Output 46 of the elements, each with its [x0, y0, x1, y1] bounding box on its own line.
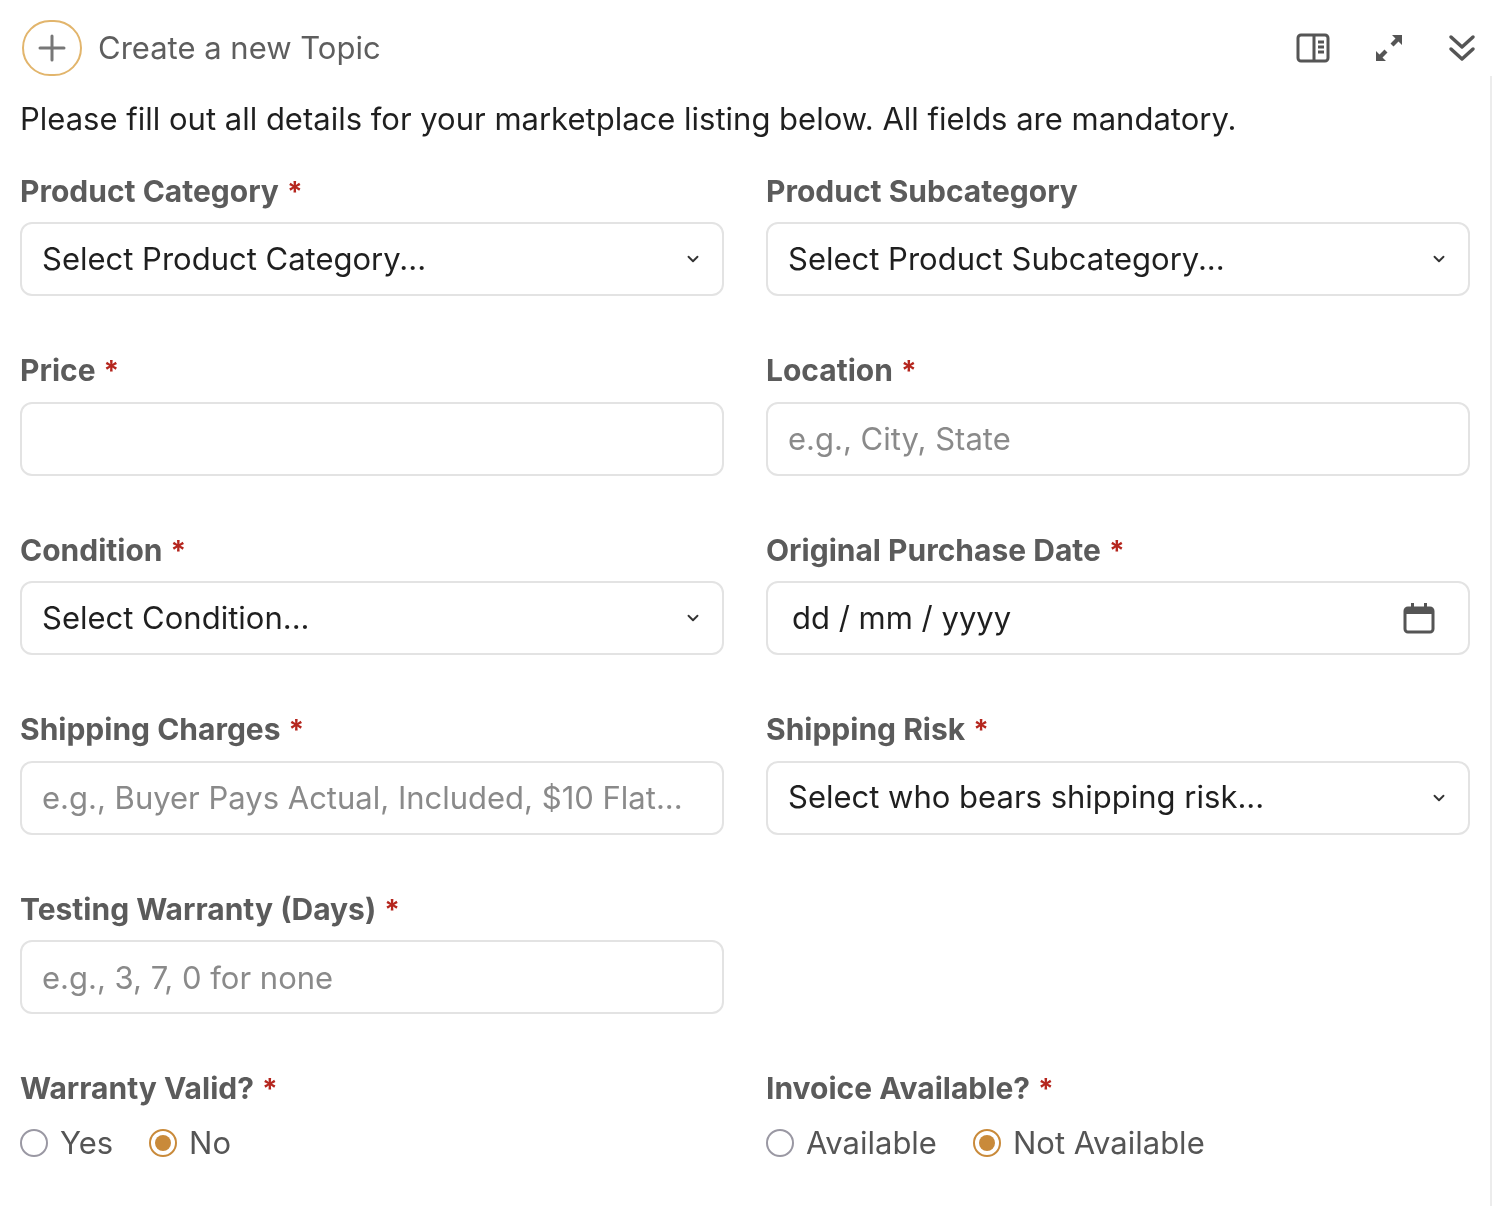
required-asterisk: * [261, 1075, 278, 1103]
text-input[interactable]: e.g., City, State [766, 401, 1470, 476]
field-label: Location [766, 352, 893, 390]
date-input[interactable]: dd / mm / yyyy [766, 581, 1470, 655]
select-dropdown[interactable]: Select Product Subcategory... [766, 222, 1470, 296]
sidebar-panel-icon[interactable] [1296, 33, 1330, 63]
radio-button[interactable] [20, 1128, 48, 1157]
panel-title: Create a new Topic [98, 27, 381, 68]
field-label: Product Subcategory [766, 172, 1078, 210]
field-label: Shipping Risk [766, 711, 966, 749]
required-asterisk: * [103, 357, 120, 385]
radio-button[interactable] [766, 1128, 794, 1157]
radio-option[interactable]: Not Available [972, 1119, 1205, 1166]
radio-option[interactable]: Available [766, 1119, 937, 1166]
text-input[interactable] [20, 401, 724, 476]
radio-option[interactable]: No [149, 1119, 232, 1166]
field-label: Original Purchase Date [766, 531, 1101, 569]
select-dropdown[interactable]: Select Product Category... [20, 222, 724, 296]
field-label: Warranty Valid? [20, 1070, 254, 1108]
expand-icon[interactable] [1374, 33, 1404, 63]
intro-text: Please fill out all details for your marketplace listing below. All fields are mandatory. [20, 99, 1238, 139]
field-label: Product Category [20, 172, 279, 210]
required-asterisk: * [288, 716, 305, 744]
field-label: Invoice Available? [766, 1070, 1031, 1108]
text-input[interactable]: e.g., 3, 7, 0 for none [20, 940, 724, 1014]
required-asterisk: * [170, 536, 187, 565]
required-asterisk: * [973, 716, 989, 744]
select-dropdown[interactable]: Select who bears shipping risk... [766, 760, 1470, 835]
required-asterisk: * [1038, 1075, 1054, 1103]
required-asterisk: * [286, 177, 303, 206]
field-label: Testing Warranty (Days) [20, 890, 377, 928]
text-input[interactable]: e.g., Buyer Pays Actual, Included, $10 Flat... [20, 760, 724, 835]
required-asterisk: * [1108, 536, 1125, 565]
add-topic-button[interactable] [22, 20, 82, 76]
plus-icon [37, 33, 67, 63]
select-dropdown[interactable]: Select Condition... [20, 581, 724, 655]
field-label: Condition [20, 531, 163, 569]
double-chevron-down-icon[interactable] [1448, 33, 1476, 63]
required-asterisk: * [900, 357, 917, 385]
required-asterisk: * [384, 895, 400, 924]
radio-button[interactable] [149, 1128, 178, 1157]
radio-option[interactable]: Yes [20, 1119, 114, 1166]
field-label: Price [20, 352, 96, 390]
radio-button[interactable] [972, 1128, 1001, 1157]
field-label: Shipping Charges [20, 711, 281, 749]
calendar-icon [1402, 602, 1436, 634]
